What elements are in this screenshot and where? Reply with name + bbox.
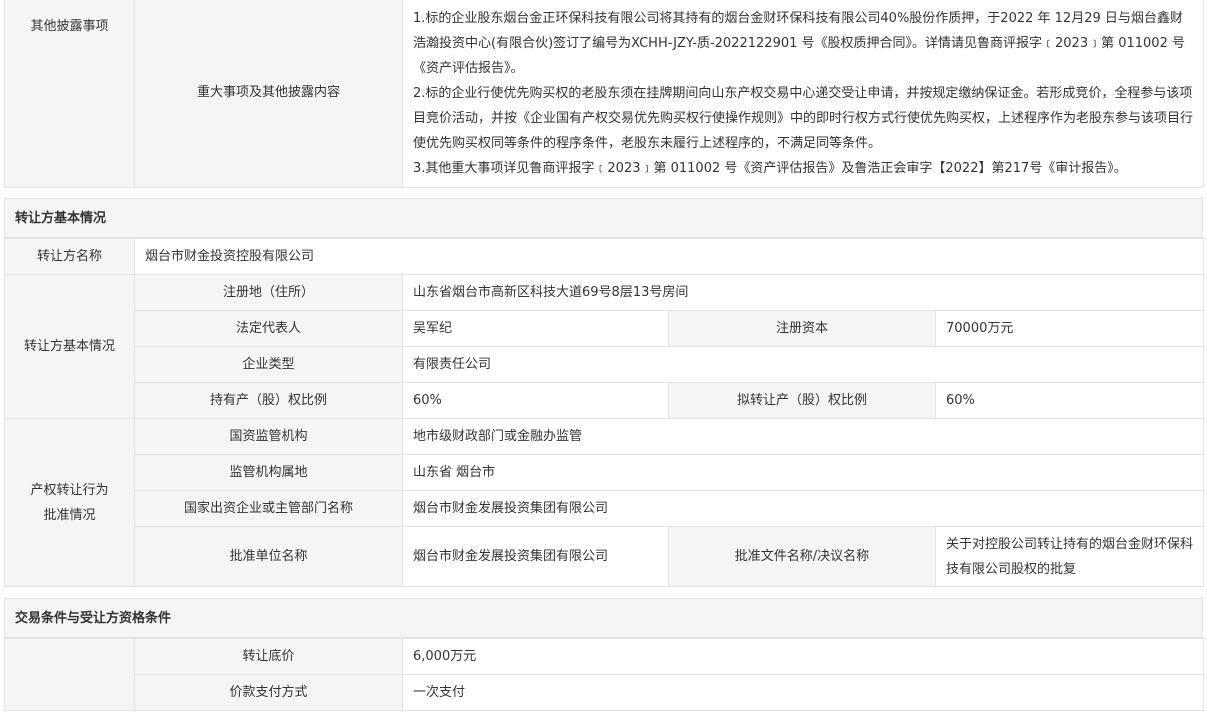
approver-value: 烟台市财金发展投资集团有限公司: [402, 526, 669, 587]
transfer-ratio-label: 拟转让产（股）权比例: [668, 382, 936, 419]
supervisor-location-value: 山东省 烟台市: [401, 454, 1205, 491]
disclosure-table: 其他披露事项 重大事项及其他披露内容 1.标的企业股东烟台金正环保科技有限公司将…: [4, 0, 1205, 188]
disclosure-line-2: 2.标的企业行使优先购买权的老股东须在挂牌期间向山东产权交易中心递交受让申请，并…: [413, 85, 1194, 151]
held-ratio-label: 持有产（股）权比例: [134, 382, 403, 419]
section-header-transferor: 转让方基本情况: [4, 198, 1203, 238]
approval-doc-label: 批准文件名称/决议名称: [668, 526, 936, 587]
legal-rep-label: 法定代表人: [134, 310, 403, 347]
supervisor-location-label: 监管机构属地: [134, 454, 403, 491]
state-enterprise-value: 烟台市财金发展投资集团有限公司: [401, 490, 1205, 527]
supervisor-label: 国资监管机构: [134, 418, 403, 455]
transferor-name-label: 转让方名称: [4, 238, 135, 275]
section-header-trade: 交易条件与受让方资格条件: [4, 598, 1203, 638]
legal-rep-value: 吴军纪: [402, 310, 669, 347]
enterprise-type-value: 有限责任公司: [401, 346, 1205, 383]
approval-doc-value: 关于对控股公司转让持有的烟台金财环保科技有限公司股权的批复: [934, 526, 1205, 587]
transferor-name-value: 烟台市财金投资控股有限公司: [133, 238, 1205, 275]
transferor-table: 转让方名称 烟台市财金投资控股有限公司 转让方基本情况 注册地（住所） 山东省烟…: [4, 238, 1205, 587]
trade-blank-label: [4, 638, 135, 711]
held-ratio-value: 60%: [402, 382, 669, 419]
approver-label: 批准单位名称: [134, 526, 403, 587]
capital-value: 70000万元: [934, 310, 1205, 347]
payment-value: 一次支付: [401, 674, 1205, 711]
transfer-ratio-value: 60%: [934, 382, 1205, 419]
approval-status-label: 产权转让行为批准情况: [4, 418, 135, 587]
payment-label: 价款支付方式: [134, 674, 403, 711]
enterprise-type-label: 企业类型: [134, 346, 403, 383]
trade-table: 转让底价 6,000万元 价款支付方式 一次支付: [4, 638, 1205, 711]
disclosure-line-1: 1.标的企业股东烟台金正环保科技有限公司将其持有的烟台金财环保科技有限公司40%…: [413, 10, 1185, 76]
major-matters-label: 重大事项及其他披露内容: [134, 0, 403, 188]
capital-label: 注册资本: [668, 310, 936, 347]
disclosure-line-3: 3.其他重大事项详见鲁商评报字﹝2023﹞第 011002 号《资产评估报告》及…: [413, 160, 1127, 176]
price-value: 6,000万元: [401, 638, 1205, 675]
other-disclosure-label: 其他披露事项: [4, 0, 135, 188]
price-label: 转让底价: [134, 638, 403, 675]
state-enterprise-label: 国家出资企业或主管部门名称: [134, 490, 403, 527]
address-label: 注册地（住所）: [134, 274, 403, 311]
address-value: 山东省烟台市高新区科技大道69号8层13号房间: [401, 274, 1205, 311]
disclosure-content: 1.标的企业股东烟台金正环保科技有限公司将其持有的烟台金财环保科技有限公司40%…: [401, 0, 1205, 188]
supervisor-value: 地市级财政部门或金融办监管: [401, 418, 1205, 455]
transferor-basic-label: 转让方基本情况: [4, 274, 135, 419]
